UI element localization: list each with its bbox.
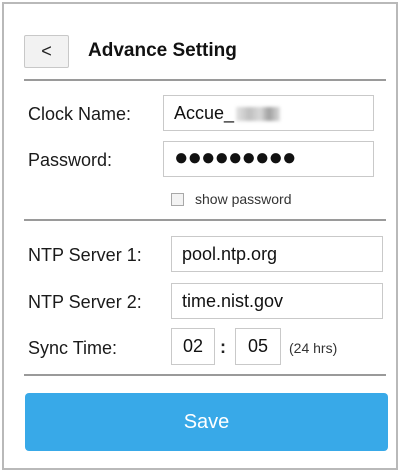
ntp-server-2-label: NTP Server 2:	[28, 292, 142, 312]
password-label: Password:	[28, 150, 113, 170]
clock-name-label: Clock Name:	[28, 104, 132, 124]
time-separator: :	[220, 337, 226, 357]
footer-divider	[24, 374, 386, 376]
sync-hour-field[interactable]: 02	[171, 328, 215, 365]
section-divider	[24, 219, 386, 221]
header-divider	[24, 79, 386, 81]
clock-name-field[interactable]: Accue_	[163, 95, 374, 131]
page-title: Advance Setting	[88, 40, 237, 61]
clock-name-value: Accue_	[174, 103, 235, 123]
show-password-label: show password	[195, 191, 292, 207]
redacted-text	[236, 107, 281, 122]
ntp-server-2-field[interactable]: time.nist.gov	[171, 283, 383, 319]
save-button[interactable]: Save	[25, 393, 388, 451]
ntp-server-1-label: NTP Server 1:	[28, 245, 142, 265]
show-password-checkbox[interactable]	[171, 193, 184, 206]
advance-setting-panel: < Advance Setting Clock Name: Accue_ Pas…	[2, 2, 398, 470]
ntp-server-1-field[interactable]: pool.ntp.org	[171, 236, 383, 272]
sync-time-label: Sync Time:	[28, 338, 118, 358]
back-button[interactable]: <	[24, 35, 69, 68]
sync-minute-field[interactable]: 05	[235, 328, 281, 365]
time-format-hint: (24 hrs)	[289, 340, 338, 356]
password-field[interactable]: ●●●●●●●●●	[163, 141, 374, 177]
